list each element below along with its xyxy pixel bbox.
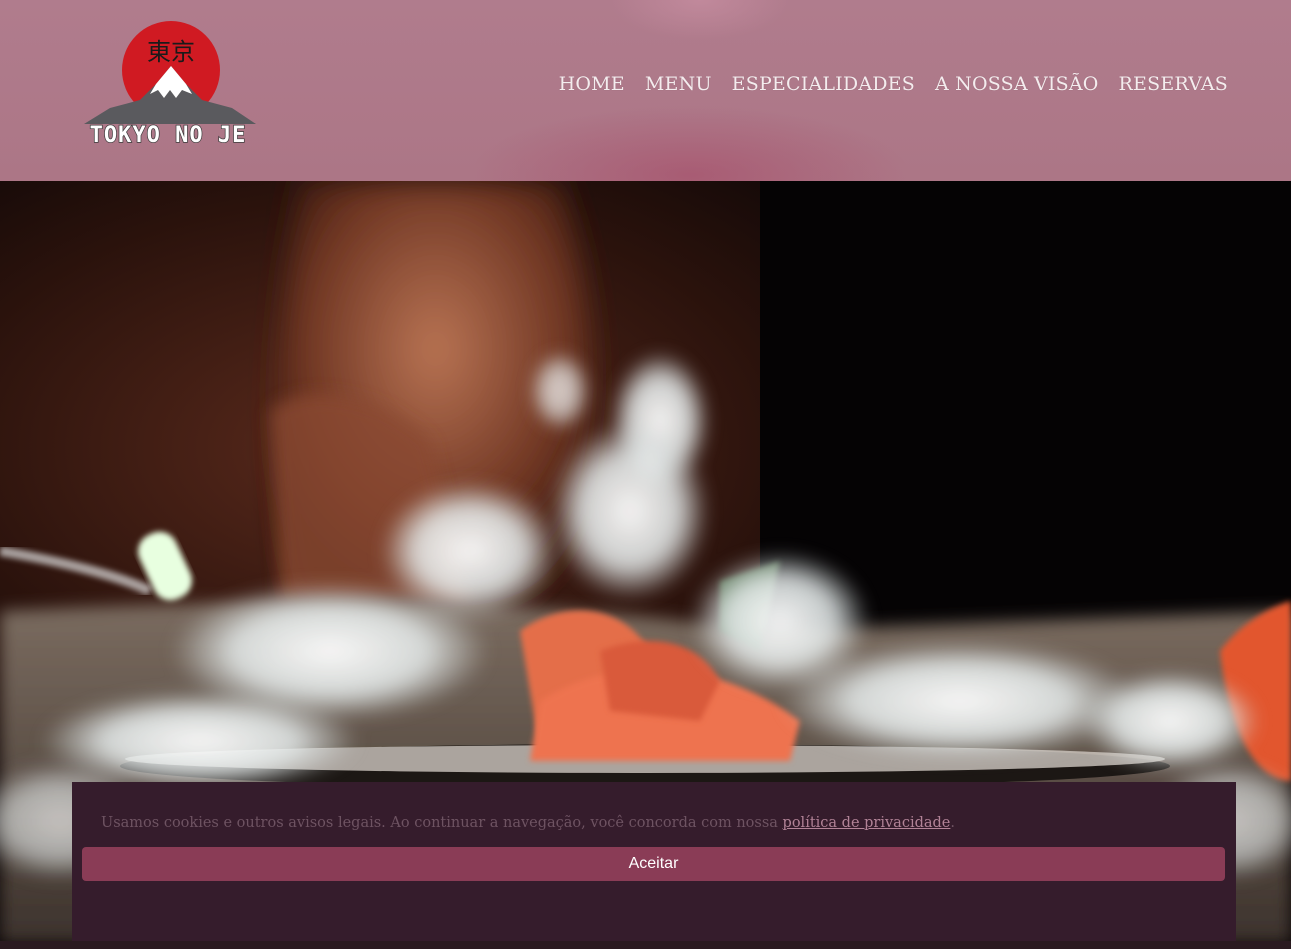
mount-fuji-rising-sun-icon: 東京 TOKYO NO JE bbox=[84, 21, 256, 149]
main-nav: HOME MENU ESPECIALIDADES A NOSSA VISÃO R… bbox=[559, 73, 1228, 95]
logo[interactable]: 東京 TOKYO NO JE bbox=[80, 18, 258, 150]
site-header: 東京 TOKYO NO JE HOME MENU ESPECIALIDADES … bbox=[0, 0, 1291, 181]
logo-wordmark: TOKYO NO JE bbox=[90, 123, 247, 148]
nav-item-a-nossa-visao[interactable]: A NOSSA VISÃO bbox=[935, 73, 1099, 95]
nav-item-reservas[interactable]: RESERVAS bbox=[1119, 73, 1228, 95]
nav-item-menu[interactable]: MENU bbox=[645, 73, 712, 95]
privacy-policy-link[interactable]: política de privacidade bbox=[783, 815, 951, 831]
accept-cookies-button[interactable]: Aceitar bbox=[82, 847, 1225, 881]
nav-item-especialidades[interactable]: ESPECIALIDADES bbox=[732, 73, 915, 95]
logo-kanji: 東京 bbox=[147, 38, 195, 66]
cookie-message-text: Usamos cookies e outros avisos legais. A… bbox=[101, 815, 783, 831]
nav-item-home[interactable]: HOME bbox=[559, 73, 625, 95]
cookie-message-end: . bbox=[950, 815, 955, 831]
footer-edge bbox=[0, 941, 1291, 949]
cookie-message: Usamos cookies e outros avisos legais. A… bbox=[101, 815, 955, 831]
cookie-consent-banner: Usamos cookies e outros avisos legais. A… bbox=[72, 782, 1236, 941]
